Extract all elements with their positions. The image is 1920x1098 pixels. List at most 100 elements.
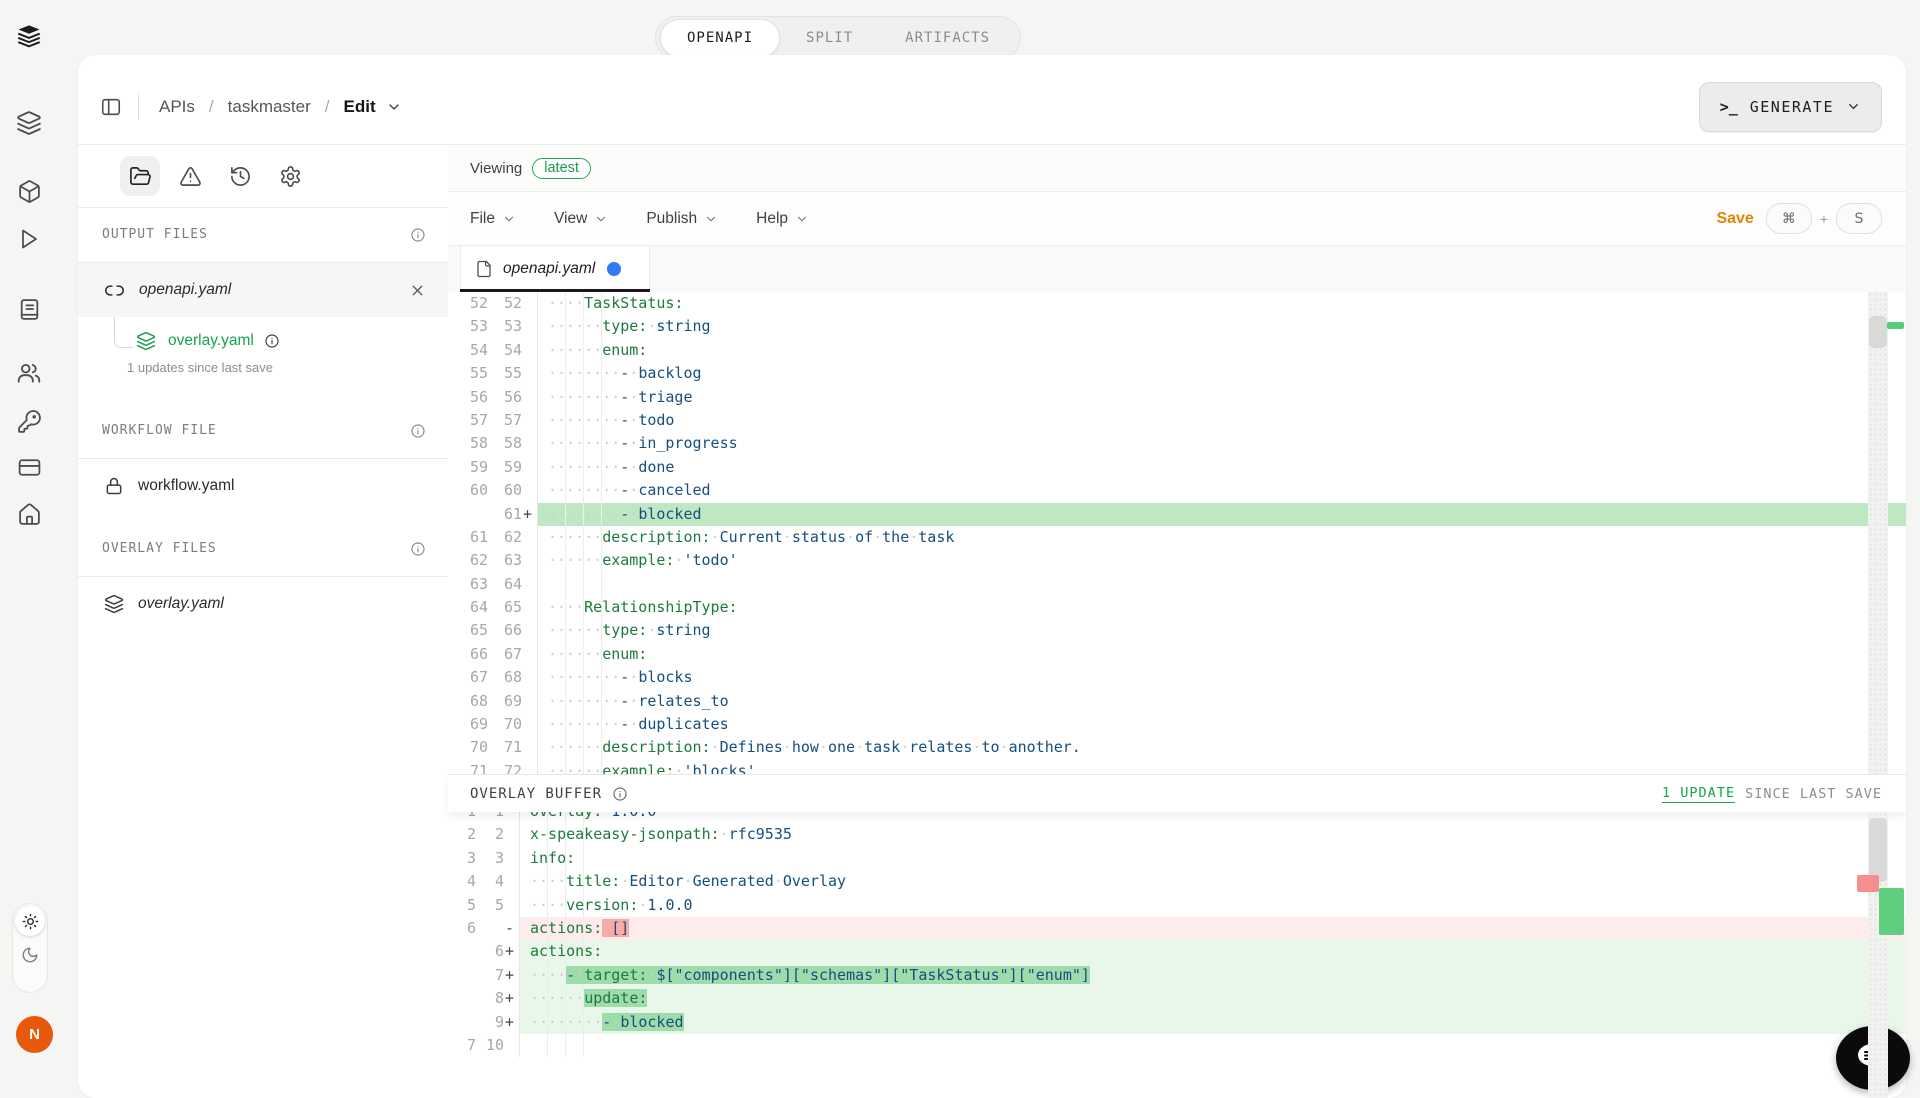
diff-marker: [522, 409, 537, 432]
diff-marker: +: [504, 1011, 519, 1034]
tab-split-label: SPLIT: [806, 30, 853, 46]
version-badge[interactable]: latest: [532, 158, 591, 179]
code-line: 6667······enum:: [448, 643, 1906, 666]
breadcrumb-workspace[interactable]: taskmaster: [228, 97, 311, 117]
breadcrumb-current[interactable]: Edit: [344, 97, 376, 117]
line-content: [537, 573, 1906, 596]
line-number-new: 53: [488, 315, 522, 338]
close-icon[interactable]: [409, 282, 426, 299]
menu-help[interactable]: Help: [756, 210, 809, 228]
info-icon[interactable]: [410, 227, 426, 243]
code-line: 6+actions:: [448, 940, 1906, 963]
line-content: ········-·blocked: [537, 503, 1906, 526]
file-row-overlay[interactable]: overlay.yaml: [78, 577, 448, 631]
line-number-old: 71: [448, 760, 488, 774]
diff-marker: [522, 339, 537, 362]
line-number-old: [448, 964, 476, 987]
info-icon[interactable]: [264, 333, 280, 349]
code-line: 6768········-·blocks: [448, 666, 1906, 689]
files-tool-button[interactable]: [120, 156, 160, 196]
tab-openapi[interactable]: OPENAPI: [660, 19, 780, 57]
line-number-old: 65: [448, 619, 488, 642]
file-row-workflow[interactable]: workflow.yaml: [78, 459, 448, 513]
scrollbar-thumb[interactable]: [1869, 818, 1887, 882]
save-button[interactable]: Save: [1716, 210, 1753, 228]
diff-marker: [522, 666, 537, 689]
problems-tool-button[interactable]: [170, 156, 210, 196]
code-line: 44····title:·Editor·Generated·Overlay: [448, 870, 1906, 893]
theme-toggle[interactable]: [12, 903, 48, 993]
nav-run-icon[interactable]: [14, 224, 44, 254]
nav-package-icon[interactable]: [14, 176, 44, 206]
gear-icon: [279, 165, 302, 188]
alert-triangle-icon: [179, 165, 202, 188]
line-number-new: 70: [488, 713, 522, 736]
line-number-new: 57: [488, 409, 522, 432]
line-number-new: 52: [488, 292, 522, 315]
line-number-old: 5: [448, 894, 476, 917]
view-mode-tabs: OPENAPI SPLIT ARTIFACTS: [655, 16, 1021, 60]
diff-marker: [522, 362, 537, 385]
tab-openapi-yaml[interactable]: openapi.yaml: [460, 246, 650, 292]
file-tree-toolbar: [78, 145, 448, 208]
file-row-openapi[interactable]: openapi.yaml: [78, 263, 448, 317]
line-number-new: 3: [476, 847, 504, 870]
diff-marker: [504, 847, 519, 870]
line-number-new: 64: [488, 573, 522, 596]
sidebar-toggle-icon[interactable]: [100, 96, 122, 118]
diff-marker: [522, 456, 537, 479]
file-name: workflow.yaml: [138, 477, 234, 495]
line-number-old: 64: [448, 596, 488, 619]
line-number-old: 62: [448, 549, 488, 572]
breadcrumb-apis[interactable]: APIs: [159, 97, 195, 117]
tab-artifacts[interactable]: ARTIFACTS: [879, 20, 1016, 56]
overlay-code-editor[interactable]: 11overlay:·1.0.022x-speakeasy-jsonpath:·…: [448, 812, 1906, 1098]
viewing-label: Viewing: [470, 160, 522, 177]
code-line: 6465····RelationshipType:: [448, 596, 1906, 619]
line-content: ········-·in_progress: [537, 432, 1906, 455]
chevron-down-icon[interactable]: [386, 99, 402, 115]
light-mode-icon[interactable]: [15, 906, 45, 936]
line-number-old: 63: [448, 573, 488, 596]
line-number-new: 60: [488, 479, 522, 502]
diff-marker: [522, 643, 537, 666]
tab-split[interactable]: SPLIT: [780, 20, 879, 56]
line-content: ········-·todo: [537, 409, 1906, 432]
app-window: N OPENAPI SPLIT ARTIFACTS APIs / taskmas…: [0, 0, 1920, 1098]
s-keycap: S: [1836, 203, 1882, 234]
app-logo-icon[interactable]: [14, 22, 44, 52]
info-icon[interactable]: [410, 423, 426, 439]
openapi-code-editor[interactable]: 5252····TaskStatus:5353······type:·strin…: [448, 292, 1906, 774]
user-avatar[interactable]: N: [16, 1016, 53, 1053]
header-bar: APIs / taskmaster / Edit >_ GENERATE: [78, 55, 1906, 145]
menu-publish[interactable]: Publish: [646, 210, 718, 228]
info-icon[interactable]: [410, 541, 426, 557]
code-line: 7+····-·target:·$["components"]["schemas…: [448, 964, 1906, 987]
save-area: Save ⌘ + S: [1716, 203, 1882, 234]
generate-button[interactable]: >_ GENERATE: [1699, 82, 1882, 132]
nav-home-icon[interactable]: [14, 499, 44, 529]
line-content: ········-·duplicates: [537, 713, 1906, 736]
scrollbar-track[interactable]: [1868, 292, 1888, 774]
nav-docs-icon[interactable]: [14, 294, 44, 324]
diff-marker: -: [504, 917, 519, 940]
settings-tool-button[interactable]: [270, 156, 310, 196]
file-row-overlay-linked[interactable]: overlay.yaml: [136, 331, 280, 351]
line-number-old: 61: [448, 526, 488, 549]
nav-billing-icon[interactable]: [14, 452, 44, 482]
line-number-new: 65: [488, 596, 522, 619]
menu-label: File: [470, 210, 495, 228]
update-count-link[interactable]: 1 UPDATE: [1662, 785, 1735, 803]
info-icon[interactable]: [612, 786, 628, 802]
scrollbar-thumb[interactable]: [1869, 316, 1887, 348]
nav-layers-icon[interactable]: [14, 108, 44, 138]
menu-view[interactable]: View: [554, 210, 608, 228]
nav-api-keys-icon[interactable]: [14, 406, 44, 436]
line-number-new: 2: [476, 823, 504, 846]
nav-users-icon[interactable]: [14, 358, 44, 388]
menu-file[interactable]: File: [470, 210, 516, 228]
dark-mode-icon[interactable]: [21, 946, 39, 964]
history-tool-button[interactable]: [220, 156, 260, 196]
line-content: [519, 1034, 1906, 1057]
header-divider: [138, 94, 139, 120]
